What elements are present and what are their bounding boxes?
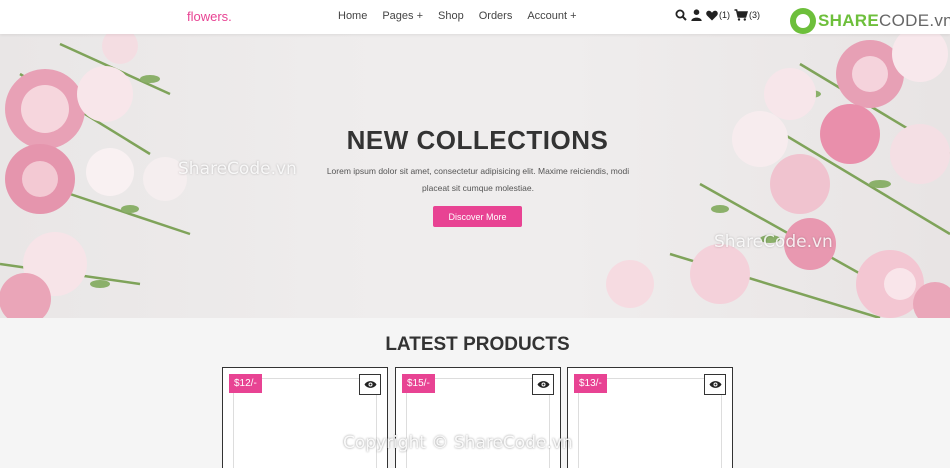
wishlist-button[interactable]: (1) xyxy=(706,10,730,21)
price-badge: $15/- xyxy=(402,374,435,393)
eye-icon xyxy=(364,381,376,388)
heart-icon xyxy=(706,10,718,20)
copyright-watermark: Copyright © ShareCode.vn xyxy=(343,433,573,453)
watermark-logo-icon xyxy=(790,8,816,34)
user-icon[interactable] xyxy=(691,9,702,21)
watermark-logo: SHARECODE.vn xyxy=(790,8,950,34)
latest-products-title: LATEST PRODUCTS xyxy=(385,334,570,355)
nav-orders[interactable]: Orders xyxy=(479,10,513,22)
search-icon[interactable] xyxy=(675,9,687,21)
cart-icon xyxy=(734,9,748,21)
cart-button[interactable]: (3) xyxy=(734,9,760,21)
discover-more-button[interactable]: Discover More xyxy=(433,206,522,227)
header-icons: (1) (3) xyxy=(675,9,764,21)
nav-home[interactable]: Home xyxy=(338,10,367,22)
hero-banner: NEW COLLECTIONS Lorem ipsum dolor sit am… xyxy=(0,34,950,318)
product-card[interactable]: $13/- xyxy=(567,367,733,468)
watermark-text-right: ShareCode.vn xyxy=(714,232,833,252)
wishlist-count: (1) xyxy=(719,10,730,20)
watermark-logo-main: SHARE xyxy=(818,11,880,30)
nav-pages[interactable]: Pages + xyxy=(382,10,423,22)
nav-shop[interactable]: Shop xyxy=(438,10,464,22)
main-nav: Home Pages + Shop Orders Account + xyxy=(338,10,592,22)
quick-view-button[interactable] xyxy=(532,374,554,395)
hero-title: NEW COLLECTIONS xyxy=(346,125,609,155)
price-badge: $12/- xyxy=(229,374,262,393)
cart-count: (3) xyxy=(749,10,760,20)
eye-icon xyxy=(709,381,721,388)
price-badge: $13/- xyxy=(574,374,607,393)
quick-view-button[interactable] xyxy=(704,374,726,395)
site-logo[interactable]: flowers. xyxy=(187,9,232,24)
eye-icon xyxy=(537,381,549,388)
watermark-logo-rest: CODE.vn xyxy=(879,11,950,30)
nav-account[interactable]: Account + xyxy=(527,10,576,22)
watermark-text-left: ShareCode.vn xyxy=(178,159,297,179)
quick-view-button[interactable] xyxy=(359,374,381,395)
hero-description: Lorem ipsum dolor sit amet, consectetur … xyxy=(326,166,630,193)
